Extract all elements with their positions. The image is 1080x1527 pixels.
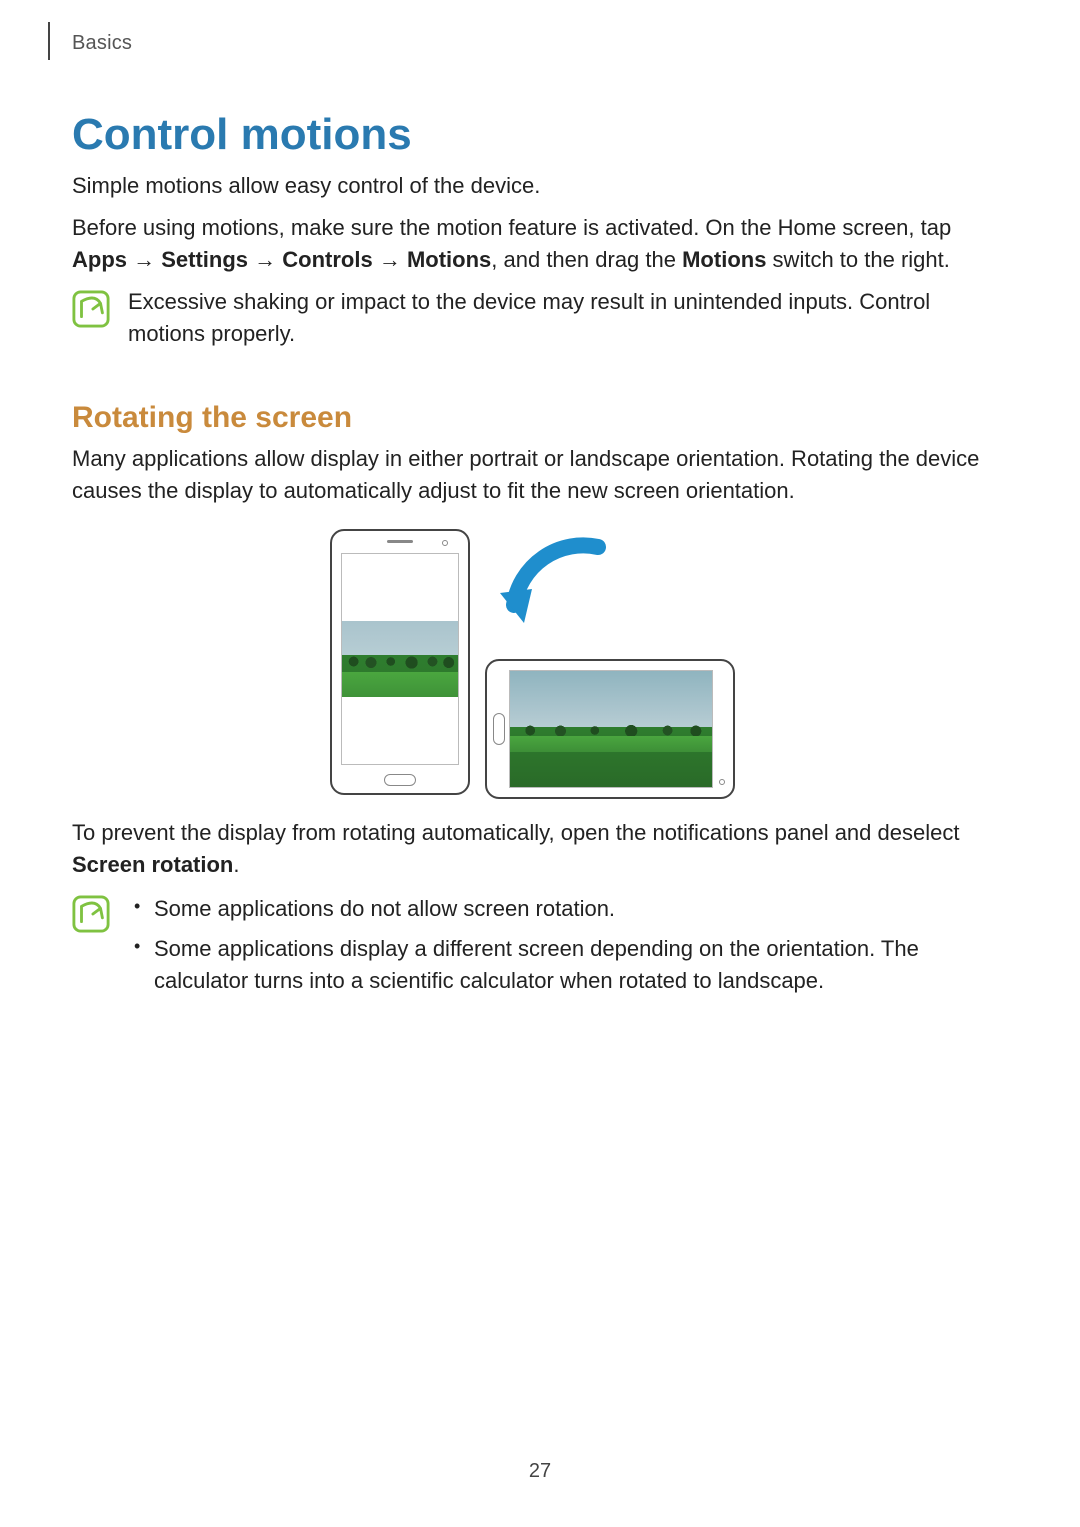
intro-line2-mid: , and then drag the <box>491 247 682 272</box>
manual-page: Basics Control motions Simple motions al… <box>0 0 1080 1527</box>
subheading-rotate: Rotating the screen <box>72 401 1008 435</box>
rotate-para: Many applications allow display in eithe… <box>72 443 1008 507</box>
intro-line2-pre: Before using motions, make sure the moti… <box>72 215 951 240</box>
header-rule <box>48 22 50 60</box>
intro-line2-end: switch to the right. <box>766 247 949 272</box>
path-arrow-3: → <box>373 247 407 272</box>
prevent-bold: Screen rotation <box>72 852 233 877</box>
rotate-illustration <box>72 529 1008 799</box>
path-arrow-2: → <box>248 247 282 272</box>
page-number: 27 <box>0 1460 1080 1483</box>
content-area: Control motions Simple motions allow eas… <box>72 110 1008 1005</box>
note2-bullet-1: Some applications do not allow screen ro… <box>128 893 1008 925</box>
prevent-pre: To prevent the display from rotating aut… <box>72 820 959 845</box>
note-block-2: Some applications do not allow screen ro… <box>72 891 1008 1005</box>
intro-line-1: Simple motions allow easy control of the… <box>72 170 1008 202</box>
prevent-rotate-para: To prevent the display from rotating aut… <box>72 817 1008 881</box>
note2-bullet-list: Some applications do not allow screen ro… <box>128 893 1008 997</box>
path-arrow-1: → <box>127 247 161 272</box>
phone-portrait-icon <box>330 529 470 795</box>
note-block-1: Excessive shaking or impact to the devic… <box>72 286 1008 360</box>
rotate-arrow-icon <box>480 535 610 645</box>
note2-bullet-2: Some applications display a different sc… <box>128 933 1008 997</box>
breadcrumb: Basics <box>72 32 132 55</box>
note-icon <box>72 895 110 933</box>
path-controls: Controls <box>282 247 372 272</box>
intro-line-2: Before using motions, make sure the moti… <box>72 212 1008 276</box>
note-icon <box>72 290 110 328</box>
path-apps: Apps <box>72 247 127 272</box>
section-title: Control motions <box>72 110 1008 160</box>
motions-bold: Motions <box>682 247 766 272</box>
path-settings: Settings <box>161 247 248 272</box>
prevent-end: . <box>233 852 239 877</box>
phone-landscape-icon <box>485 659 735 799</box>
path-motions: Motions <box>407 247 491 272</box>
note1-text: Excessive shaking or impact to the devic… <box>128 286 1008 350</box>
